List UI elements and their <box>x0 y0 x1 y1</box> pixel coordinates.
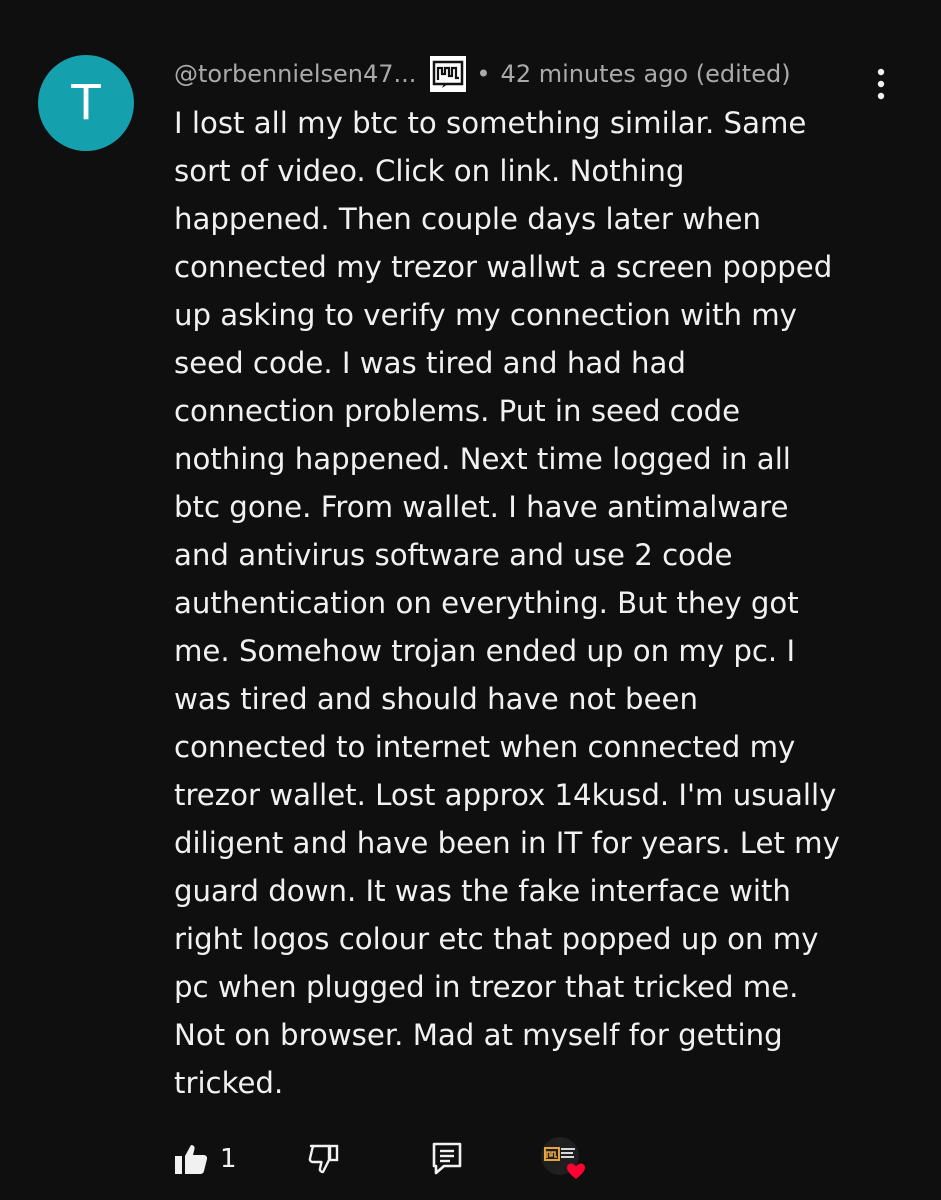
comment-body: I lost all my btc to something similar. … <box>174 99 889 1107</box>
avatar[interactable]: T <box>38 55 134 151</box>
comment-body-line: sort of video. Click on link. Nothing <box>174 154 685 188</box>
reply-button[interactable] <box>432 1134 462 1184</box>
channel-badge-icon <box>430 56 467 92</box>
comment-actions: 1 <box>174 1134 774 1184</box>
comment-header: @torbennielsen47... • 42 minutes ago (ed… <box>174 54 791 94</box>
comment-body-line: diligent and have been in IT for years. … <box>174 826 840 860</box>
author-name[interactable]: @torbennielsen47... <box>174 60 416 88</box>
comment-body-line: me. Somehow trojan ended up on my pc. I <box>174 634 796 668</box>
comment-body-line: and antivirus software and use 2 code <box>174 538 733 572</box>
comment-body-line: trezor wallet. Lost approx 14kusd. I'm u… <box>174 778 837 812</box>
avatar-letter: T <box>71 75 101 131</box>
comment-body-line: up asking to verify my connection with m… <box>174 298 797 332</box>
comment-body-line: btc gone. From wallet. I have antimalwar… <box>174 490 789 524</box>
creator-heart-icon[interactable] <box>540 1134 590 1184</box>
comment-timestamp[interactable]: 42 minutes ago (edited) <box>501 60 791 88</box>
comment-body-line: connection problems. Put in seed code <box>174 394 741 428</box>
like-button[interactable]: 1 <box>174 1134 237 1184</box>
comment-body-line: Not on browser. Mad at myself for gettin… <box>174 1018 783 1052</box>
comment-body-line: I lost all my btc to something similar. … <box>174 106 807 140</box>
comment-thread: T @torbennielsen47... • 42 minutes ago (… <box>0 0 941 1200</box>
comment-body-line: pc when plugged in trezor that tricked m… <box>174 970 799 1004</box>
more-options-button[interactable] <box>862 64 900 104</box>
thumbs-down-icon <box>308 1144 339 1174</box>
comment-body-line: connected to internet when connected my <box>174 730 796 764</box>
dislike-button[interactable] <box>308 1134 340 1184</box>
comment-body-line: right logos colour etc that popped up on… <box>174 922 819 956</box>
like-count: 1 <box>220 1144 237 1174</box>
comment-body-line: happened. Then couple days later when <box>174 202 761 236</box>
comment-body-line: nothing happened. Next time logged in al… <box>174 442 791 476</box>
comment-body-line: was tired and should have not been <box>174 682 698 716</box>
reply-icon <box>432 1142 462 1175</box>
comment-body-line: connected my trezor wallwt a screen popp… <box>174 250 833 284</box>
comment-body-line: guard down. It was the fake interface wi… <box>174 874 791 908</box>
comment-body-line: authentication on everything. But they g… <box>174 586 799 620</box>
comment-body-line: tricked. <box>174 1066 284 1100</box>
more-vert-icon <box>877 68 885 100</box>
comment-body-line: seed code. I was tired and had had <box>174 346 686 380</box>
header-separator: • <box>476 60 491 88</box>
thumbs-up-icon <box>175 1145 208 1174</box>
